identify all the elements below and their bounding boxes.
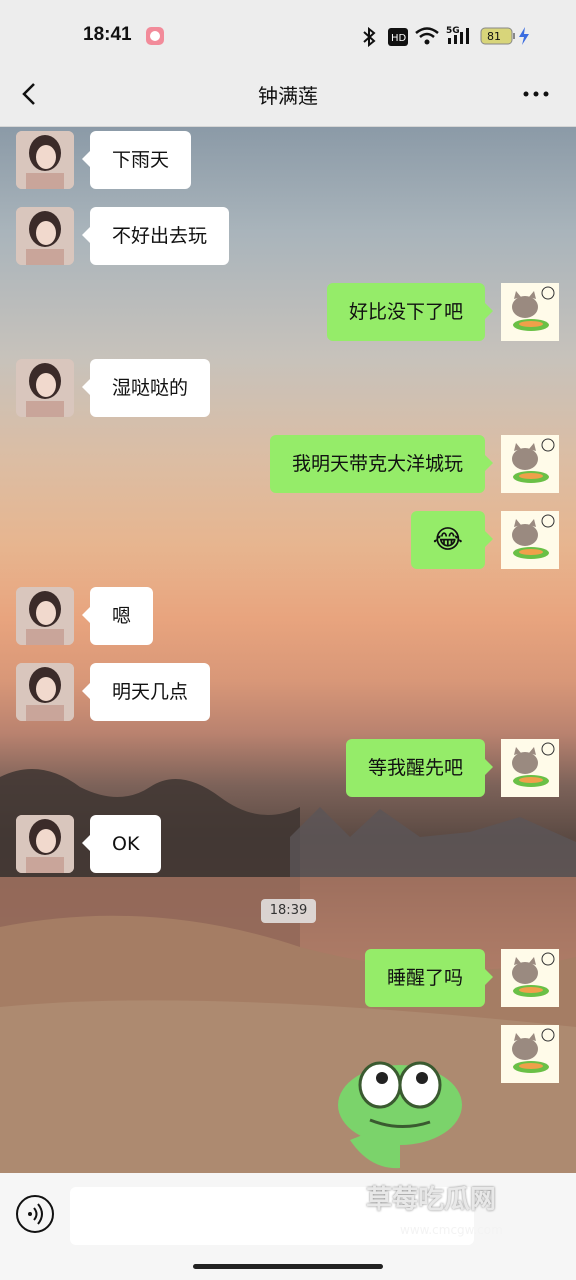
frog-sticker <box>338 1061 462 1169</box>
message-row: 等我醒先吧 <box>0 735 576 797</box>
avatar[interactable] <box>501 435 559 493</box>
message-row <box>0 1021 576 1083</box>
status-time: 18:41 <box>83 24 132 45</box>
chat-area[interactable]: 下雨天 不好出去玩 好比没下了吧 湿哒哒的 我明天带克大洋城玩 😂 嗯 明天几点… <box>0 127 576 1173</box>
avatar[interactable] <box>501 1025 559 1083</box>
more-horizontal-icon[interactable] <box>522 82 554 106</box>
home-indicator <box>193 1264 383 1269</box>
svg-text:HD: HD <box>391 33 407 44</box>
charging-icon <box>518 27 530 49</box>
avatar[interactable] <box>501 283 559 341</box>
svg-text:81: 81 <box>487 30 501 43</box>
hd-icon: HD <box>388 28 408 50</box>
message-row: 明天几点 <box>0 659 576 721</box>
message-row: 睡醒了吗 <box>0 945 576 1007</box>
message-row: OK <box>0 811 576 873</box>
battery-icon: 81 <box>480 27 516 49</box>
avatar[interactable] <box>501 949 559 1007</box>
message-bubble[interactable]: 嗯 <box>81 587 154 645</box>
message-timestamp: 18:39 <box>261 899 316 923</box>
avatar[interactable] <box>16 663 74 721</box>
message-row: 嗯 <box>0 583 576 645</box>
watermark-url: www.cmcgw.com <box>400 1223 503 1237</box>
message-bubble[interactable]: 我明天带克大洋城玩 <box>269 435 494 493</box>
message-bubble[interactable]: 不好出去玩 <box>81 207 230 265</box>
message-row: 我明天带克大洋城玩 <box>0 431 576 493</box>
message-bubble[interactable]: 😂 <box>410 511 494 569</box>
message-row: 下雨天 <box>0 127 576 189</box>
chat-title: 钟满莲 <box>258 84 318 108</box>
avatar[interactable] <box>501 739 559 797</box>
bluetooth-icon <box>362 26 376 51</box>
message-row: 湿哒哒的 <box>0 355 576 417</box>
cell-signal-icon: 5G <box>446 24 472 50</box>
chat-header: 钟满莲 <box>0 66 576 127</box>
message-row: 好比没下了吧 <box>0 279 576 341</box>
wifi-icon <box>414 26 440 50</box>
svg-text:5G: 5G <box>446 26 460 36</box>
app-icon <box>145 26 165 50</box>
voice-input-icon[interactable] <box>16 1195 54 1233</box>
message-bubble[interactable]: 明天几点 <box>81 663 211 721</box>
message-bubble[interactable]: 睡醒了吗 <box>364 949 494 1007</box>
avatar[interactable] <box>16 131 74 189</box>
avatar[interactable] <box>16 359 74 417</box>
status-bar: 18:41 HD 5G 81 <box>0 0 576 66</box>
message-row: 😂 <box>0 507 576 569</box>
message-bubble[interactable]: OK <box>81 815 162 873</box>
message-bubble[interactable]: 湿哒哒的 <box>81 359 211 417</box>
message-row: 不好出去玩 <box>0 203 576 265</box>
avatar[interactable] <box>16 207 74 265</box>
avatar[interactable] <box>16 587 74 645</box>
avatar[interactable] <box>501 511 559 569</box>
watermark-title: 草莓吃瓜网 <box>366 1185 497 1215</box>
message-bubble[interactable]: 下雨天 <box>81 131 192 189</box>
message-bubble[interactable]: 好比没下了吧 <box>326 283 494 341</box>
message-bubble[interactable]: 等我醒先吧 <box>345 739 494 797</box>
avatar[interactable] <box>16 815 74 873</box>
